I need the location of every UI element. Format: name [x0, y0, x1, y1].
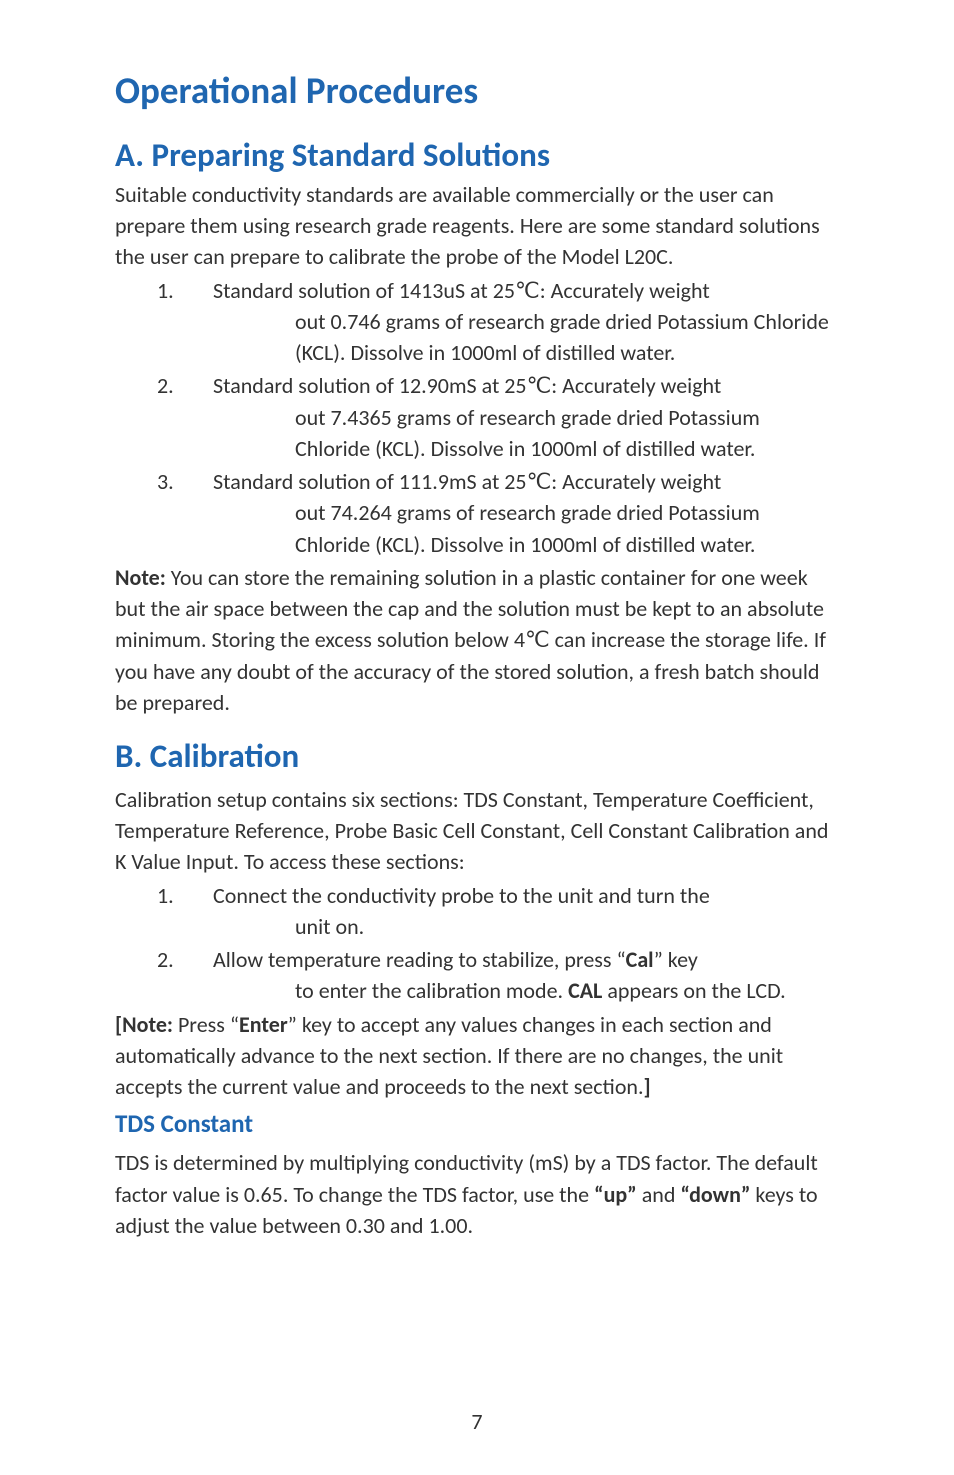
section-a-list: 1.Standard solution of 1413uS at 25℃: Ac…: [115, 275, 839, 560]
section-b-intro: Calibration setup contains six sections:…: [115, 784, 839, 878]
list-text: Standard solution of 1413uS at 25℃: Accu…: [213, 277, 710, 304]
page-title: Operational Procedures: [115, 68, 839, 113]
list-text: Connect the conductivity probe to the un…: [213, 882, 710, 909]
list-text-cont: to enter the calibration mode. CAL appea…: [213, 975, 839, 1006]
list-number: 1.: [157, 880, 213, 911]
list-item: 2.Standard solution of 12.90mS at 25℃: A…: [157, 370, 839, 464]
section-b-title: B. Calibration: [115, 736, 839, 776]
list-number: 3.: [157, 466, 213, 497]
list-text-cont: out 74.264 grams of research grade dried…: [213, 497, 839, 559]
list-number: 2.: [157, 944, 213, 975]
section-b-note: [Note: Press “Enter” key to accept any v…: [115, 1009, 839, 1103]
list-number: 2.: [157, 370, 213, 401]
tds-constant-title: TDS Constant: [115, 1108, 839, 1139]
list-number: 1.: [157, 275, 213, 306]
list-text: Standard solution of 12.90mS at 25℃: Acc…: [213, 372, 721, 399]
list-text: Allow temperature reading to stabilize, …: [213, 946, 698, 973]
section-a-title: A. Preparing Standard Solutions: [115, 135, 839, 175]
list-item: 1.Connect the conductivity probe to the …: [157, 880, 839, 942]
section-a-intro: Suitable conductivity standards are avai…: [115, 179, 839, 273]
list-item: 2.Allow temperature reading to stabilize…: [157, 944, 839, 1006]
note-label: Note:: [115, 564, 166, 591]
list-text: Standard solution of 111.9mS at 25℃: Acc…: [213, 468, 721, 495]
list-item: 1.Standard solution of 1413uS at 25℃: Ac…: [157, 275, 839, 369]
tds-constant-para: TDS is determined by multiplying conduct…: [115, 1147, 839, 1241]
section-b-list: 1.Connect the conductivity probe to the …: [115, 880, 839, 1007]
list-text-cont: out 7.4365 grams of research grade dried…: [213, 402, 839, 464]
list-item: 3.Standard solution of 111.9mS at 25℃: A…: [157, 466, 839, 560]
list-text-cont: out 0.746 grams of research grade dried …: [213, 306, 839, 368]
section-a-note: Note: You can store the remaining soluti…: [115, 562, 839, 718]
note-open: [Note:: [115, 1011, 173, 1038]
list-text-cont: unit on.: [213, 911, 839, 942]
note-body: You can store the remaining solution in …: [115, 564, 826, 716]
page-number: 7: [0, 1408, 954, 1435]
